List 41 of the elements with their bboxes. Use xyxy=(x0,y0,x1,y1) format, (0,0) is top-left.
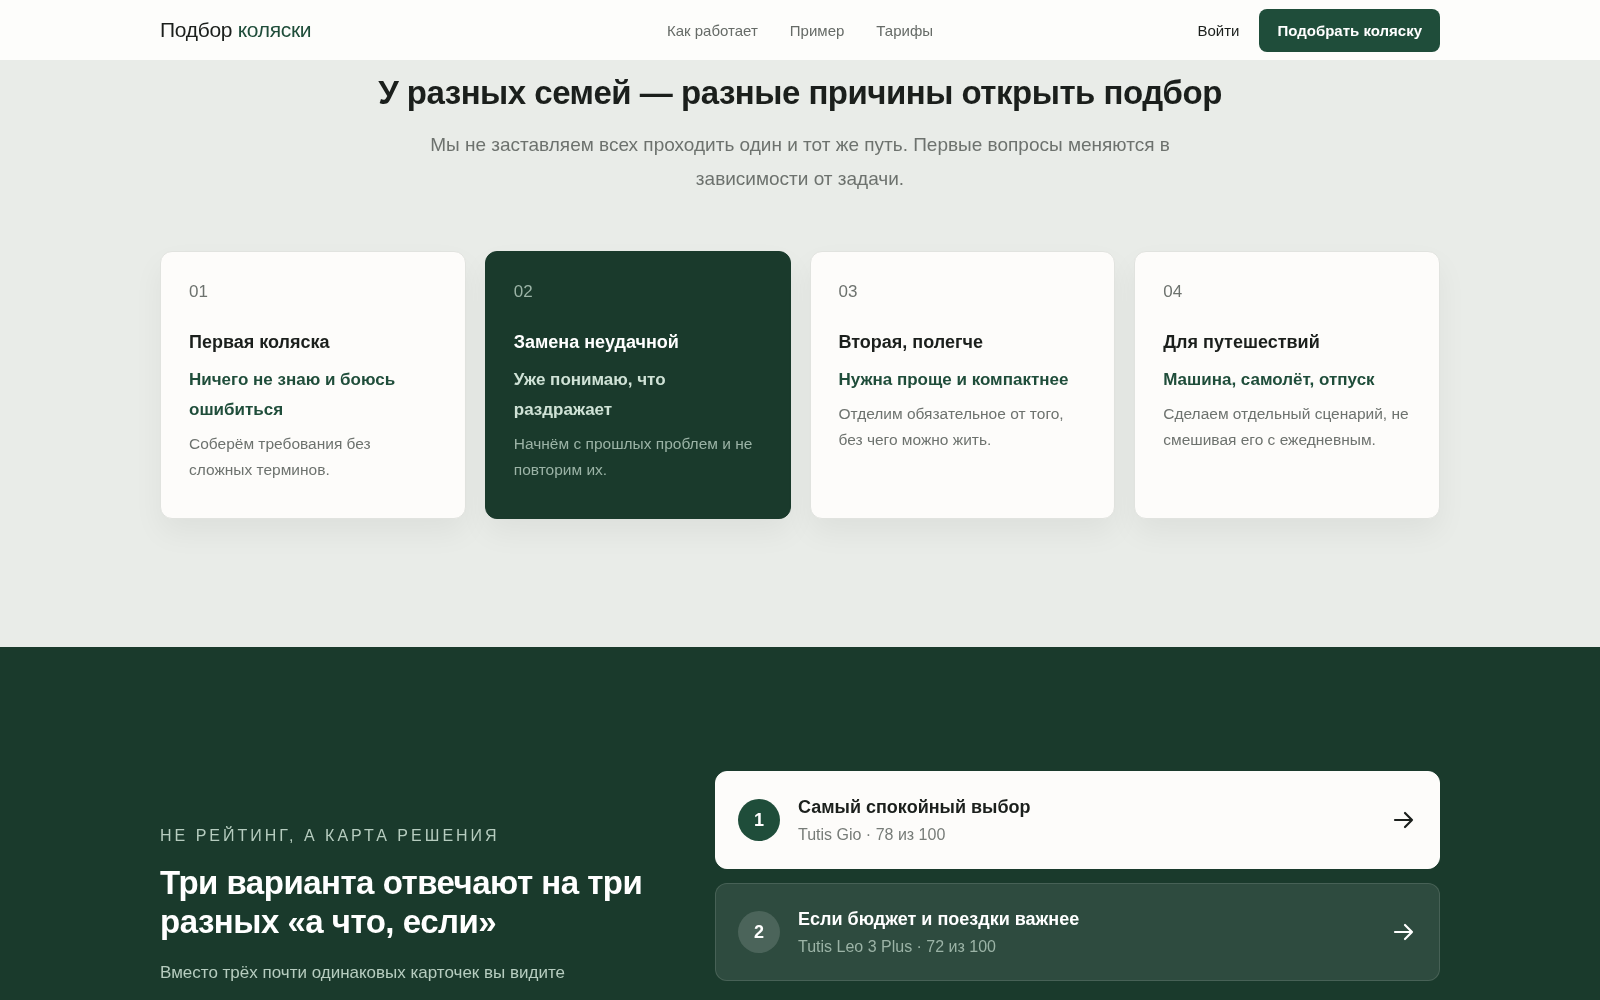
option-detail: Tutis Leo 3 Plus · 72 из 100 xyxy=(798,937,997,956)
option-title: Если бюджет и поездки важнее xyxy=(798,908,1081,930)
card-title: Для путешествий xyxy=(1163,332,1321,353)
card-quote: Уже понимаю, что раздражает xyxy=(513,369,667,421)
card-number: 02 xyxy=(513,282,534,302)
logo[interactable]: Подбор коляски xyxy=(160,18,500,42)
card-quote: Ничего не знаю и боюсь ошибиться xyxy=(189,369,397,421)
section-title: У разных семей — разные причины открыть подбор xyxy=(377,74,1223,112)
section-subtitle: Мы не заставляем всех проходить один и тот же путь. Первые вопросы меняются в зависимости от задачи. xyxy=(429,133,1171,191)
card-number: 04 xyxy=(1163,282,1184,302)
card-number: 01 xyxy=(189,282,209,302)
number-badge: 2 xyxy=(738,911,780,953)
option-card[interactable]: 2 Если бюджет и поездки важнее Tutis Leo 3 Plus · 72 из 100 xyxy=(715,883,1440,981)
card-quote: Машина, самолёт, отпуск xyxy=(1163,369,1376,391)
situation-card[interactable]: 04 Для путешествий Машина, самолёт, отпуск Сделаем отдельный сценарий, не смешивая его с ежедневным. xyxy=(1134,251,1440,519)
cta-button[interactable]: Подобрать коляску xyxy=(1259,8,1440,52)
situation-card[interactable]: 02 Замена неудачной Уже понимаю, что раздражает Начнём с прошлых проблем и не повторим их. xyxy=(484,251,791,519)
nav-link[interactable]: Пример xyxy=(789,21,845,39)
option-detail: Tutis Gio · 78 из 100 xyxy=(798,825,947,844)
number-badge: 1 xyxy=(738,799,780,841)
situation-card[interactable]: 01 Первая коляска Ничего не знаю и боюсь ошибиться Соберём требования без сложных терминов. xyxy=(160,251,466,519)
arrow-right-icon xyxy=(1393,810,1415,830)
card-text: Отделим обязательное от того, без чего можно жить. xyxy=(838,404,1065,450)
arrow-right-icon xyxy=(1393,922,1415,942)
card-text: Сделаем отдельный сценарий, не смешивая его с ежедневным. xyxy=(1163,404,1410,450)
card-quote: Нужна проще и компактнее xyxy=(838,369,1070,391)
option-title: Самый спокойный выбор xyxy=(798,796,1032,818)
section-title: Три варианта отвечают на три разных «а что, если» xyxy=(160,863,644,941)
card-title: Замена неудачной xyxy=(513,332,680,353)
section-text: Вместо трёх почти одинаковых карточек вы видите xyxy=(160,963,566,983)
card-number: 03 xyxy=(838,282,859,302)
nav-link[interactable]: Тарифы xyxy=(876,21,933,39)
situation-card[interactable]: 03 Вторая, полегче Нужна проще и компактнее Отделим обязательное от того, без чего можно жить. xyxy=(809,251,1116,519)
option-card[interactable]: 1 Самый спокойный выбор Tutis Gio · 78 из 100 xyxy=(715,771,1440,869)
login-link[interactable]: Войти xyxy=(1197,21,1240,39)
section-eyebrow: НЕ РЕЙТИНГ, А КАРТА РЕШЕНИЯ xyxy=(160,827,501,845)
card-title: Вторая, полегче xyxy=(838,332,984,353)
card-text: Соберём требования без сложных терминов. xyxy=(189,434,372,480)
card-title: Первая коляска xyxy=(189,332,331,353)
nav-link[interactable]: Как работает xyxy=(666,21,758,39)
card-text: Начнём с прошлых проблем и не повторим их. xyxy=(513,434,754,480)
